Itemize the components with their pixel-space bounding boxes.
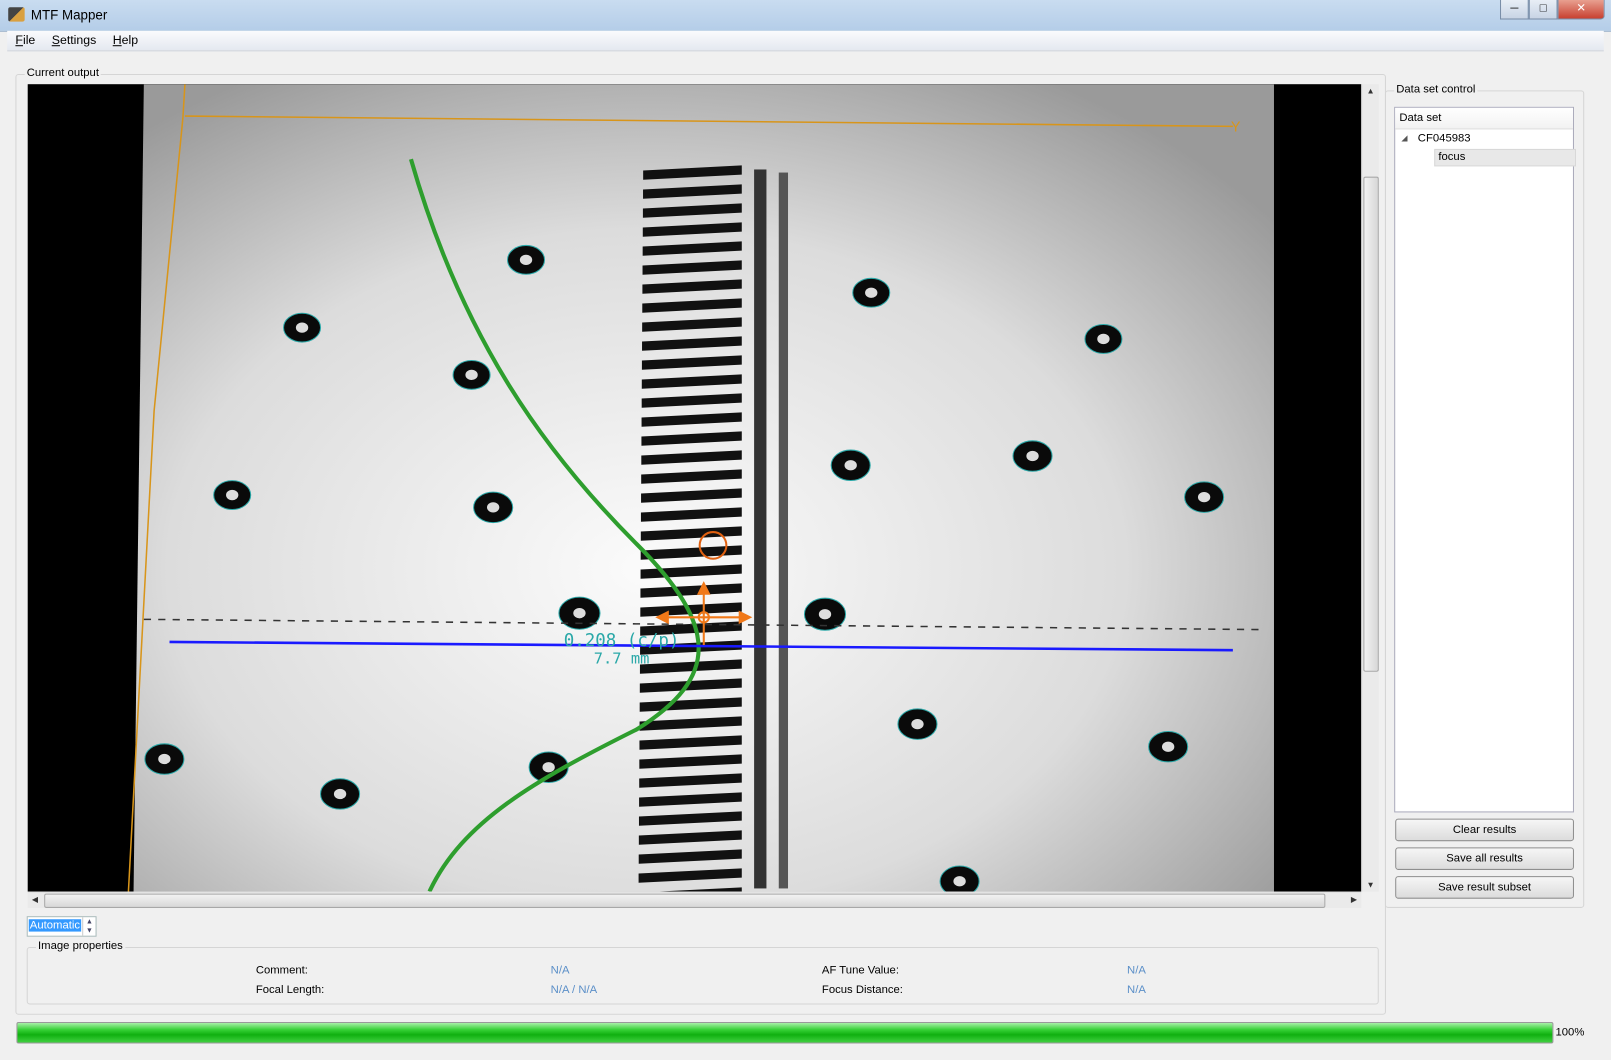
fiducial-center [844,460,857,471]
y-axis-label: Y [1231,119,1241,135]
fine-ladder-strip [778,172,789,889]
save-all-results-button[interactable]: Save all results [1395,847,1574,870]
af-tune-label: AF Tune Value: [821,964,899,977]
maximize-button[interactable]: □ [1528,0,1558,20]
fiducial-center [295,322,309,333]
focal-length-value: N/A / N/A [550,983,598,997]
zoom-value[interactable]: Automatic [28,919,82,932]
menu-bar: File Settings Help [7,30,1604,52]
fiducial-center [486,502,500,513]
af-tune-value: N/A [1127,964,1146,977]
fiducial-center [573,608,586,619]
fiducial-center [818,609,832,620]
vertical-scrollbar[interactable]: ▲ ▼ [1361,84,1379,892]
close-button[interactable]: ✕ [1557,0,1605,20]
fiducial-center [1197,491,1211,503]
distance-label: 7.7 mm [594,650,650,668]
comment-value: N/A [550,964,570,977]
fiducial-center [911,718,924,730]
horizontal-scrollbar[interactable]: ◀ ▶ [27,891,1362,908]
menu-settings[interactable]: Settings [44,31,105,51]
comment-label: Comment: [255,964,308,977]
focus-distance-value: N/A [1127,983,1146,997]
image-properties-group: Image properties [26,939,1379,1005]
fiducial-center [1026,450,1039,462]
zoom-spinbox[interactable]: Automatic ▲ ▼ [26,916,97,937]
save-result-subset-button[interactable]: Save result subset [1395,876,1574,899]
fiducial-center [1161,741,1175,752]
window-title: MTF Mapper [30,7,108,23]
tree-item-focus[interactable]: focus [1434,148,1577,167]
fiducial-center [519,254,533,265]
image-viewport[interactable]: Y 0.208 (c/p) 7.7 mm [27,84,1362,892]
spin-arrows-icon[interactable]: ▲ ▼ [82,917,95,936]
menu-file[interactable]: File [7,31,43,51]
minimize-button[interactable]: ─ [1500,0,1529,20]
progress-label: 100% [1555,1026,1585,1039]
fiducial-center [953,876,966,887]
mtf-value-label: 0.208 (c/p) [564,631,680,651]
dataset-header: Data set [1395,107,1573,130]
menu-help[interactable]: Help [105,31,147,51]
fiducial-center [333,788,347,800]
chart-paper [133,84,1274,892]
focus-distance-label: Focus Distance: [821,983,903,997]
clear-results-button[interactable]: Clear results [1395,818,1574,842]
fiducial-center [1097,333,1110,345]
fiducial-center [465,369,478,381]
fine-ladder-strip [754,169,767,889]
progress-bar [16,1021,1554,1044]
fiducial-center [158,753,171,765]
fiducial-center [226,489,239,501]
app-icon [8,7,25,22]
tree-item-root[interactable]: CF045983 [1418,132,1471,144]
title-bar: MTF Mapper ─ □ ✕ [0,0,1611,32]
expand-arrow-icon[interactable]: ◢ [1401,134,1407,143]
fiducial-center [865,287,878,298]
dataset-tree[interactable]: Data set ◢ CF045983 focus [1394,106,1577,813]
focal-length-label: Focal Length: [255,983,325,997]
fiducial-center [542,762,555,773]
